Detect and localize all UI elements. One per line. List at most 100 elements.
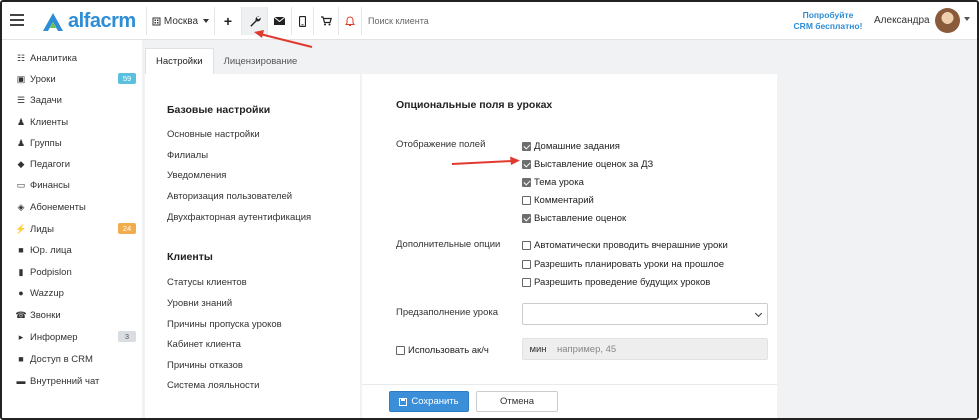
- chat-icon: ▬: [16, 376, 26, 386]
- checkbox-box[interactable]: [522, 259, 531, 269]
- promo-line-1: Попробуйте: [802, 10, 854, 20]
- nav-link-absence-reasons[interactable]: Причины пропуска уроков: [167, 319, 282, 330]
- sidebar-item[interactable]: ▬ Внутренний чат: [16, 373, 136, 389]
- sidebar-item-label: Podpislon: [30, 266, 72, 278]
- sidebar-item[interactable]: ▮ Podpislon: [16, 264, 136, 280]
- briefcase-icon: ■: [18, 245, 24, 255]
- nav-link-refusal-reasons[interactable]: Причины отказов: [167, 360, 243, 371]
- promo-line-2: CRM бесплатно!: [793, 21, 863, 31]
- checkbox-box[interactable]: [522, 177, 531, 187]
- checkbox-box[interactable]: [522, 159, 531, 169]
- ak-checkbox[interactable]: Использовать ак/ч: [396, 344, 489, 356]
- user-menu-chevron-icon[interactable]: [964, 17, 970, 21]
- sidebar-item[interactable]: ▸ Информер 3: [16, 329, 136, 345]
- save-button-label: Сохранить: [411, 396, 459, 407]
- checkbox-box[interactable]: [522, 141, 531, 151]
- minutes-input[interactable]: например, 45: [553, 344, 616, 355]
- display-field-checkbox[interactable]: Домашние задания: [522, 140, 620, 152]
- sidebar-item[interactable]: ▭ Финансы: [16, 177, 136, 193]
- sidebar-item[interactable]: ♟ Клиенты: [16, 114, 136, 130]
- display-field-checkbox[interactable]: Тема урока: [522, 176, 584, 188]
- checkbox-box[interactable]: [522, 277, 531, 287]
- nav-link-knowledge-levels[interactable]: Уровни знаний: [167, 298, 232, 309]
- checkbox-box[interactable]: [522, 240, 531, 250]
- top-bar: alfacrm Москва + Поиск клиента Попробуйт…: [2, 2, 977, 40]
- save-button[interactable]: Сохранить: [389, 391, 469, 412]
- sidebar-item[interactable]: ♟ Группы: [16, 135, 136, 151]
- document-icon: ▮: [18, 266, 24, 277]
- sidebar-item-label: Внутренний чат: [30, 375, 100, 387]
- chart-book-icon: ☷: [16, 52, 26, 63]
- floppy-disk-icon: [399, 397, 408, 406]
- checkbox-box[interactable]: [522, 195, 531, 205]
- display-fields-label: Отображение полей: [396, 139, 486, 150]
- city-selector[interactable]: Москва: [146, 7, 214, 35]
- nav-link-client-statuses[interactable]: Статусы клиентов: [167, 277, 247, 288]
- extra-option-checkbox[interactable]: Автоматически проводить вчерашние уроки: [522, 239, 728, 251]
- sidebar-item[interactable]: ☎ Звонки: [15, 307, 136, 323]
- megaphone-icon: ▸: [18, 331, 24, 342]
- menu-icon[interactable]: [10, 14, 24, 26]
- lightning-icon: ⚡: [15, 223, 27, 234]
- promo-link[interactable]: Попробуйте CRM бесплатно!: [792, 10, 864, 32]
- count-badge: 24: [118, 223, 136, 234]
- user-name[interactable]: Александра: [874, 15, 930, 26]
- basic-settings-title: Базовые настройки: [167, 104, 271, 116]
- sidebar-item[interactable]: ☷ Аналитика: [16, 50, 136, 66]
- users-icon: ♟: [16, 137, 26, 148]
- display-field-checkbox[interactable]: Комментарий: [522, 194, 594, 206]
- display-field-checkbox[interactable]: Выставление оценок: [522, 212, 626, 224]
- nav-link-notifications[interactable]: Уведомления: [167, 170, 226, 181]
- minutes-field[interactable]: мин например, 45: [522, 338, 768, 360]
- sidebar-item-label: Задачи: [30, 94, 62, 106]
- count-badge: 59: [118, 73, 136, 84]
- sidebar-item-label: Финансы: [30, 179, 70, 191]
- section-title: Опциональные поля в уроках: [396, 99, 553, 111]
- sidebar-item[interactable]: ◈ Абонементы: [16, 199, 136, 215]
- sidebar-item[interactable]: ▣ Уроки 59: [16, 71, 136, 87]
- sidebar-item-label: Звонки: [30, 309, 61, 321]
- add-button[interactable]: +: [214, 7, 241, 35]
- nav-link-two-factor[interactable]: Двухфакторная аутентификация: [167, 212, 311, 223]
- checkbox-label: Автоматически проводить вчерашние уроки: [534, 239, 728, 251]
- nav-link-main-settings[interactable]: Основные настройки: [167, 129, 260, 140]
- nav-link-loyalty[interactable]: Система лояльности: [167, 380, 259, 391]
- sidebar-item-label: Wazzup: [30, 287, 64, 299]
- prefill-select[interactable]: [522, 303, 768, 325]
- nav-link-client-cabinet[interactable]: Кабинет клиента: [167, 339, 241, 350]
- sidebar-item[interactable]: ● Wazzup: [16, 285, 136, 301]
- checkbox-label: Разрешить планировать уроки на прошлое: [534, 258, 725, 270]
- search-input[interactable]: Поиск клиента: [368, 16, 429, 26]
- ak-checkbox-label: Использовать ак/ч: [408, 344, 489, 356]
- city-label: Москва: [163, 15, 199, 27]
- settings-content: Опциональные поля в уроках Отображение п…: [362, 74, 777, 418]
- sidebar-item[interactable]: ⚡ Лиды 24: [15, 221, 136, 237]
- checkbox-box[interactable]: [522, 213, 531, 223]
- extra-option-checkbox[interactable]: Разрешить проведение будущих уроков: [522, 276, 710, 288]
- tab-licensing[interactable]: Лицензирование: [214, 48, 308, 74]
- settings-tabs: Настройки Лицензирование: [145, 48, 307, 74]
- lock-icon: ■: [18, 354, 24, 364]
- nav-link-user-auth[interactable]: Авторизация пользователей: [167, 191, 292, 202]
- nav-link-branches[interactable]: Филиалы: [167, 150, 208, 161]
- logo[interactable]: alfacrm: [42, 10, 136, 33]
- wrench-icon: [249, 16, 261, 27]
- sidebar-item[interactable]: ■ Юр. лица: [16, 242, 136, 258]
- phone-icon: ☎: [15, 309, 27, 320]
- sidebar-item[interactable]: ◆ Педагоги: [16, 156, 136, 172]
- plus-icon: +: [223, 13, 233, 29]
- checkbox-label: Разрешить проведение будущих уроков: [534, 276, 711, 288]
- sidebar-item[interactable]: ☰ Задачи: [16, 92, 136, 108]
- extra-option-checkbox[interactable]: Разрешить планировать уроки на прошлое: [522, 258, 724, 270]
- cart-button[interactable]: [313, 7, 338, 35]
- tab-settings[interactable]: Настройки: [145, 48, 214, 74]
- right-gutter: [777, 74, 977, 418]
- bell-icon: [345, 15, 355, 26]
- clipboard-icon: ☰: [16, 94, 26, 105]
- ak-checkbox-box[interactable]: [396, 345, 405, 355]
- avatar[interactable]: [935, 8, 960, 33]
- notifications-button[interactable]: [338, 7, 362, 35]
- cancel-button[interactable]: Отмена: [476, 391, 558, 412]
- sidebar-item[interactable]: ■ Доступ в CRM: [16, 351, 136, 367]
- display-field-checkbox[interactable]: Выставление оценок за ДЗ: [522, 158, 653, 170]
